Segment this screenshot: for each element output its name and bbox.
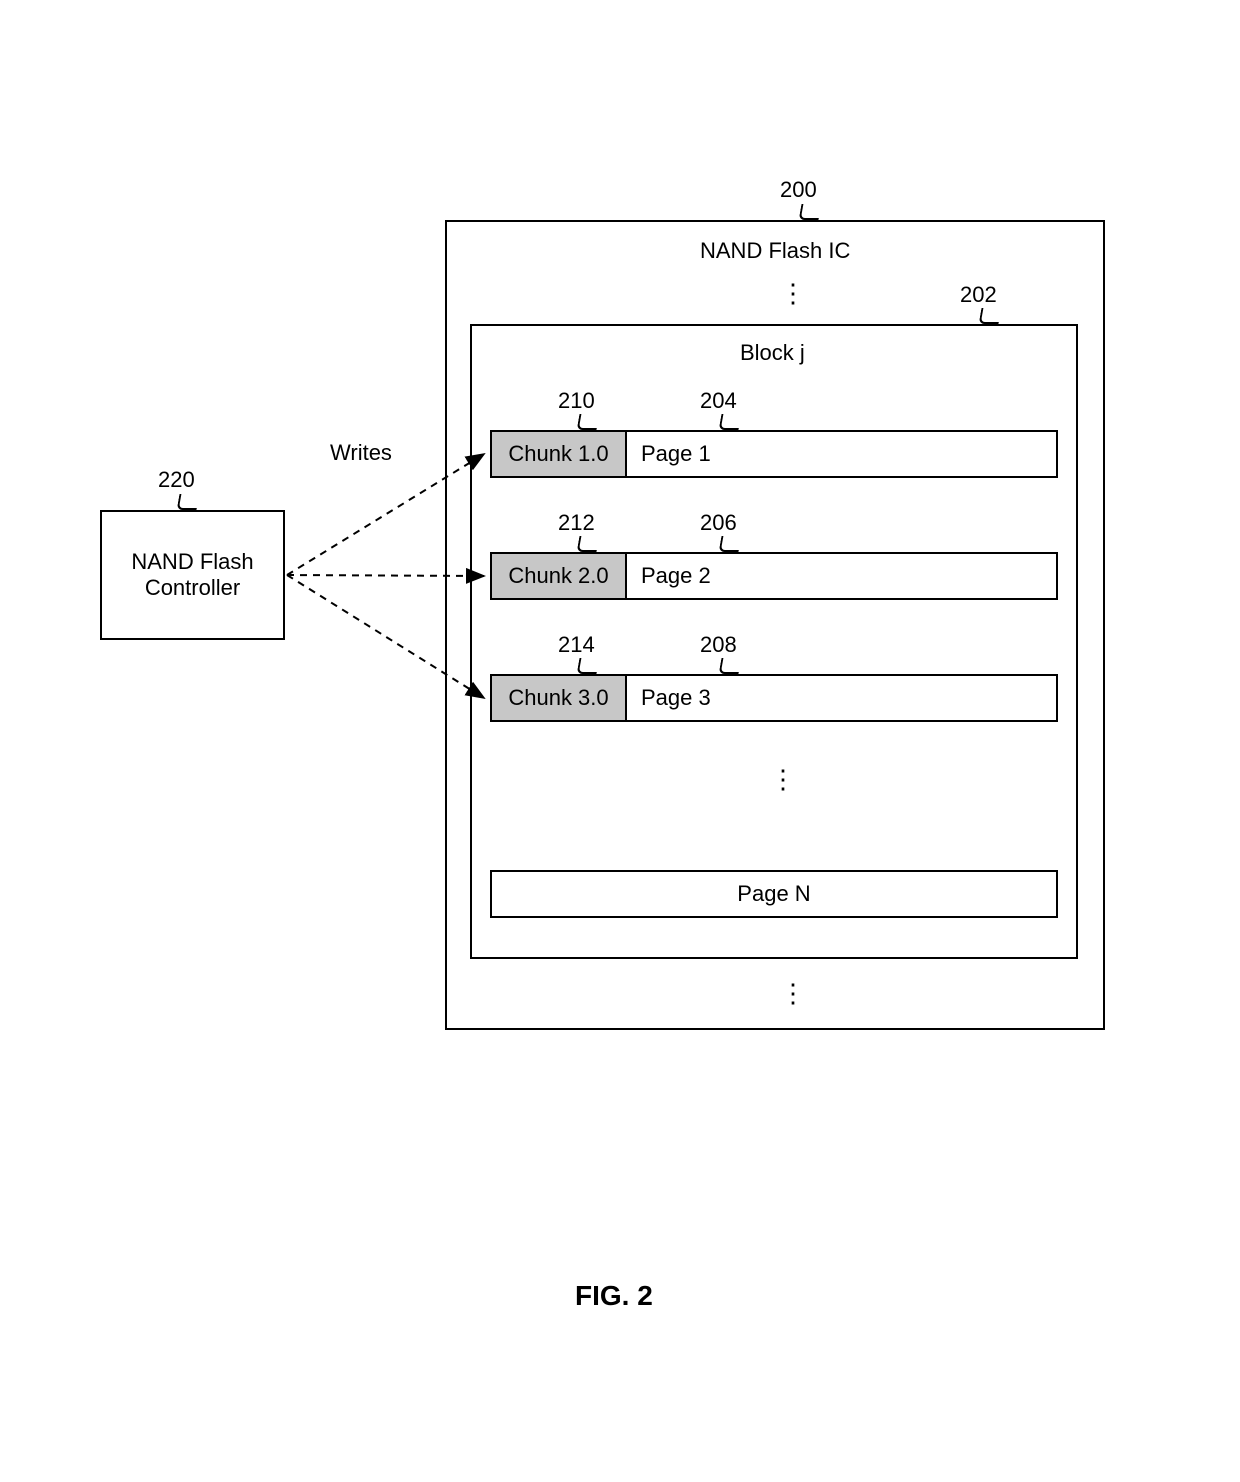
chunk-1: Chunk 1.0 [492, 432, 627, 476]
vdots-bottom: ⋮ [780, 978, 808, 1009]
ref-212: 212 [558, 510, 595, 536]
ref-220: 220 [158, 467, 195, 493]
ref-204: 204 [700, 388, 737, 414]
ref-202: 202 [960, 282, 997, 308]
chunk-3: Chunk 3.0 [492, 676, 627, 720]
ref-tick-208 [719, 658, 742, 674]
figure-canvas: 220 NAND Flash Controller Writes 200 NAN… [0, 0, 1240, 1482]
ref-tick-212 [577, 536, 600, 552]
page-n-label: Page N [737, 881, 810, 907]
ref-tick-220 [177, 494, 200, 510]
controller-label-line1: NAND Flash [131, 549, 253, 574]
page-1-label: Page 1 [627, 432, 1056, 476]
controller-label: NAND Flash Controller [131, 549, 253, 601]
ref-214: 214 [558, 632, 595, 658]
page-row-1: Chunk 1.0 Page 1 [490, 430, 1058, 478]
ref-tick-200 [799, 204, 822, 220]
ref-tick-204 [719, 414, 742, 430]
writes-label: Writes [330, 440, 392, 466]
block-title: Block j [740, 340, 805, 366]
ref-200: 200 [780, 177, 817, 203]
chunk-3-label: Chunk 3.0 [508, 685, 608, 711]
chunk-1-label: Chunk 1.0 [508, 441, 608, 467]
page-row-2: Chunk 2.0 Page 2 [490, 552, 1058, 600]
vdots-top: ⋮ [780, 278, 808, 309]
ref-210: 210 [558, 388, 595, 414]
page-2-label: Page 2 [627, 554, 1056, 598]
ref-tick-206 [719, 536, 742, 552]
controller-box: NAND Flash Controller [100, 510, 285, 640]
page-row-n: Page N [490, 870, 1058, 918]
controller-label-line2: Controller [145, 575, 240, 600]
ref-208: 208 [700, 632, 737, 658]
figure-caption: FIG. 2 [575, 1280, 653, 1312]
page-row-3: Chunk 3.0 Page 3 [490, 674, 1058, 722]
ref-tick-202 [979, 308, 1002, 324]
chunk-2: Chunk 2.0 [492, 554, 627, 598]
chunk-2-label: Chunk 2.0 [508, 563, 608, 589]
ref-tick-214 [577, 658, 600, 674]
ref-tick-210 [577, 414, 600, 430]
page-3-label: Page 3 [627, 676, 1056, 720]
vdots-mid: ⋮ [770, 764, 798, 795]
ref-206: 206 [700, 510, 737, 536]
ic-title: NAND Flash IC [700, 238, 850, 264]
